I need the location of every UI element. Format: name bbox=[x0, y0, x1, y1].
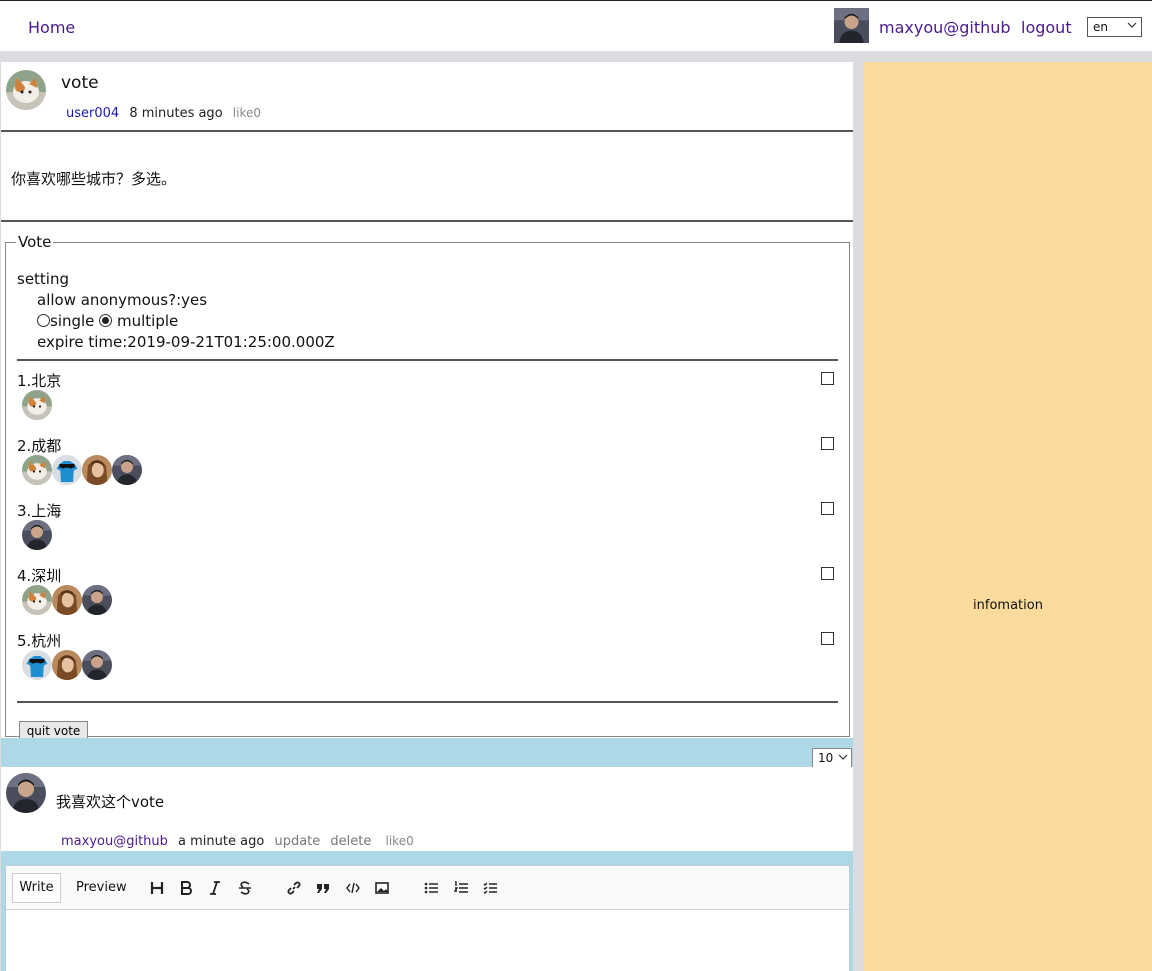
comment-like-button[interactable]: like0 bbox=[386, 834, 414, 848]
voter-list bbox=[22, 520, 52, 550]
vote-panel: Vote setting allow anonymous?:yes single… bbox=[5, 233, 850, 741]
post-author-avatar[interactable] bbox=[6, 70, 46, 110]
tab-preview[interactable]: Preview bbox=[76, 880, 127, 895]
bold-icon[interactable] bbox=[177, 879, 195, 897]
post-like-button[interactable]: like0 bbox=[233, 106, 261, 120]
vote-mode: single multiple bbox=[17, 311, 335, 332]
voter-avatar[interactable] bbox=[112, 455, 142, 485]
voter-avatar[interactable] bbox=[22, 585, 52, 615]
voter-avatar[interactable] bbox=[82, 585, 112, 615]
unordered-list-icon[interactable] bbox=[422, 879, 440, 897]
header-icon[interactable] bbox=[148, 879, 166, 897]
comment-author-avatar[interactable] bbox=[6, 773, 46, 813]
option-checkbox[interactable] bbox=[821, 502, 834, 515]
vote-option: 5.杭州 bbox=[17, 630, 838, 695]
option-label: 2.成都 bbox=[17, 437, 62, 455]
voter-avatar[interactable] bbox=[52, 585, 82, 615]
option-label: 4.深圳 bbox=[17, 567, 62, 585]
comment-delete-button[interactable]: delete bbox=[330, 834, 371, 849]
multiple-radio-label: multiple bbox=[116, 312, 179, 330]
option-checkbox[interactable] bbox=[821, 437, 834, 450]
ordered-list-icon[interactable] bbox=[452, 879, 470, 897]
voter-avatar[interactable] bbox=[52, 455, 82, 485]
info-sidebar: infomation bbox=[864, 62, 1152, 971]
nav-home-link[interactable]: Home bbox=[28, 18, 75, 37]
voter-list bbox=[22, 390, 52, 420]
vote-option: 2.成都 bbox=[17, 435, 838, 500]
logout-link[interactable]: logout bbox=[1021, 18, 1072, 37]
comment-author-link[interactable]: maxyou@github bbox=[61, 834, 168, 849]
single-radio[interactable] bbox=[37, 314, 50, 327]
sidebar-info-text: infomation bbox=[973, 598, 1043, 613]
checklist-icon[interactable] bbox=[481, 879, 499, 897]
multiple-radio[interactable] bbox=[99, 314, 113, 327]
voter-avatar[interactable] bbox=[22, 390, 52, 420]
link-icon[interactable] bbox=[285, 879, 303, 897]
option-label: 5.杭州 bbox=[17, 632, 62, 650]
voter-list bbox=[22, 455, 142, 485]
page-size-value: 10 bbox=[818, 751, 834, 765]
main-column: vote user004 8 minutes ago like0 你喜欢哪些城市… bbox=[1, 62, 853, 971]
vote-legend: Vote bbox=[18, 233, 52, 251]
post-time: 8 minutes ago bbox=[129, 106, 223, 121]
single-radio-label: single bbox=[50, 312, 95, 330]
vote-option: 1.北京 bbox=[17, 370, 838, 435]
option-label: 1.北京 bbox=[17, 372, 62, 390]
comment-editor-area: Write Preview bbox=[1, 851, 853, 971]
italic-icon[interactable] bbox=[206, 879, 224, 897]
comment: 我喜欢这个vote maxyou@github a minute ago upd… bbox=[1, 767, 853, 851]
tab-write[interactable]: Write bbox=[12, 873, 61, 903]
voter-avatar[interactable] bbox=[22, 455, 52, 485]
top-nav: Home maxyou@github logout en bbox=[0, 0, 1152, 51]
voter-avatar[interactable] bbox=[82, 650, 112, 680]
divider bbox=[1, 130, 853, 132]
voter-list bbox=[22, 650, 112, 680]
vote-option: 4.深圳 bbox=[17, 565, 838, 630]
code-icon[interactable] bbox=[344, 879, 362, 897]
post-body: 你喜欢哪些城市？多选。 bbox=[11, 170, 177, 188]
page-size-select[interactable]: 10 bbox=[812, 748, 852, 768]
post-title: vote bbox=[61, 73, 99, 93]
voter-avatar[interactable] bbox=[22, 520, 52, 550]
settings-heading: setting bbox=[17, 270, 70, 288]
option-checkbox[interactable] bbox=[821, 567, 834, 580]
voter-avatar[interactable] bbox=[82, 455, 112, 485]
comment-time: a minute ago bbox=[178, 834, 265, 849]
voter-avatar[interactable] bbox=[52, 650, 82, 680]
comments-bar bbox=[1, 738, 853, 767]
language-select[interactable]: en bbox=[1087, 17, 1142, 37]
vote-option: 3.上海 bbox=[17, 500, 838, 565]
divider bbox=[17, 701, 838, 703]
strikethrough-icon[interactable] bbox=[236, 879, 254, 897]
comment-meta: maxyou@github a minute ago update delete… bbox=[61, 834, 414, 849]
comment-text: 我喜欢这个vote bbox=[56, 793, 165, 811]
user-avatar[interactable] bbox=[834, 8, 869, 43]
post-meta: user004 8 minutes ago like0 bbox=[66, 106, 261, 121]
divider bbox=[1, 220, 853, 222]
quote-icon[interactable] bbox=[314, 879, 332, 897]
voter-list bbox=[22, 585, 112, 615]
option-checkbox[interactable] bbox=[821, 372, 834, 385]
markdown-editor: Write Preview bbox=[5, 865, 850, 971]
expire-time: expire time:2019-09-21T01:25:00.000Z bbox=[37, 333, 335, 351]
image-icon[interactable] bbox=[373, 879, 391, 897]
nav-username[interactable]: maxyou@github bbox=[879, 18, 1011, 37]
option-checkbox[interactable] bbox=[821, 632, 834, 645]
vote-settings: setting allow anonymous?:yes single mult… bbox=[17, 269, 335, 353]
comment-update-button[interactable]: update bbox=[274, 834, 320, 849]
editor-textarea[interactable] bbox=[6, 910, 849, 971]
chevron-down-icon bbox=[1127, 20, 1137, 30]
anonymous-setting: allow anonymous?:yes bbox=[37, 291, 208, 309]
voter-avatar[interactable] bbox=[22, 650, 52, 680]
language-select-value: en bbox=[1093, 20, 1108, 34]
divider bbox=[17, 359, 838, 361]
editor-toolbar: Write Preview bbox=[6, 866, 849, 910]
option-label: 3.上海 bbox=[17, 502, 62, 520]
chevron-down-icon bbox=[838, 752, 848, 762]
post-author-link[interactable]: user004 bbox=[66, 106, 119, 121]
